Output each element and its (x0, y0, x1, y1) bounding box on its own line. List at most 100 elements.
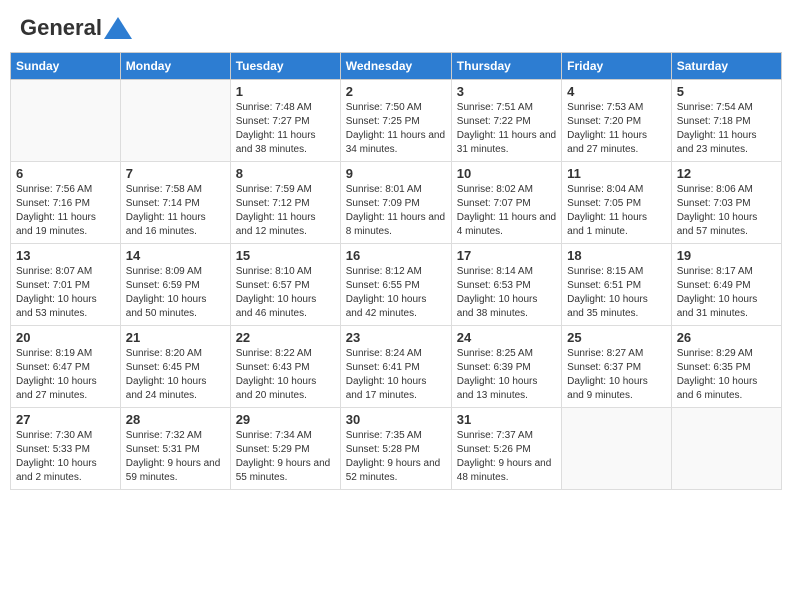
day-number: 16 (346, 248, 446, 263)
calendar-cell: 29 Sunrise: 7:34 AM Sunset: 5:29 PM Dayli… (230, 408, 340, 490)
day-number: 25 (567, 330, 666, 345)
day-number: 20 (16, 330, 115, 345)
calendar-week-row: 20 Sunrise: 8:19 AM Sunset: 6:47 PM Dayli… (11, 326, 782, 408)
calendar-cell: 8 Sunrise: 7:59 AM Sunset: 7:12 PM Daylig… (230, 162, 340, 244)
day-number: 19 (677, 248, 776, 263)
calendar-cell (11, 80, 121, 162)
day-number: 31 (457, 412, 556, 427)
day-number: 8 (236, 166, 335, 181)
calendar-cell (120, 80, 230, 162)
day-info: Sunrise: 7:37 AM Sunset: 5:26 PM Dayligh… (457, 429, 556, 485)
day-number: 23 (346, 330, 446, 345)
day-info: Sunrise: 8:19 AM Sunset: 6:47 PM Dayligh… (16, 347, 115, 403)
day-number: 6 (16, 166, 115, 181)
calendar-cell: 30 Sunrise: 7:35 AM Sunset: 5:28 PM Dayli… (340, 408, 451, 490)
day-info: Sunrise: 8:29 AM Sunset: 6:35 PM Dayligh… (677, 347, 776, 403)
calendar-cell: 12 Sunrise: 8:06 AM Sunset: 7:03 PM Dayli… (671, 162, 781, 244)
day-info: Sunrise: 8:04 AM Sunset: 7:05 PM Dayligh… (567, 183, 666, 239)
weekday-header-monday: Monday (120, 53, 230, 80)
day-number: 11 (567, 166, 666, 181)
calendar-cell (562, 408, 672, 490)
calendar-cell: 17Sunrise: 8:14 AM Sunset: 6:53 PM Dayli… (451, 244, 561, 326)
day-number: 13 (16, 248, 115, 263)
day-info: Sunrise: 7:30 AM Sunset: 5:33 PM Dayligh… (16, 429, 115, 485)
day-info: Sunrise: 7:58 AM Sunset: 7:14 PM Dayligh… (126, 183, 225, 239)
logo-icon (104, 17, 132, 39)
day-info: Sunrise: 7:51 AM Sunset: 7:22 PM Dayligh… (457, 101, 556, 157)
day-number: 10 (457, 166, 556, 181)
day-number: 24 (457, 330, 556, 345)
weekday-header-sunday: Sunday (11, 53, 121, 80)
day-info: Sunrise: 8:12 AM Sunset: 6:55 PM Dayligh… (346, 265, 446, 321)
calendar-cell: 7 Sunrise: 7:58 AM Sunset: 7:14 PM Daylig… (120, 162, 230, 244)
day-info: Sunrise: 8:09 AM Sunset: 6:59 PM Dayligh… (126, 265, 225, 321)
calendar-cell: 6 Sunrise: 7:56 AM Sunset: 7:16 PM Daylig… (11, 162, 121, 244)
weekday-header-friday: Friday (562, 53, 672, 80)
calendar-header-row: SundayMondayTuesdayWednesdayThursdayFrid… (11, 53, 782, 80)
day-number: 12 (677, 166, 776, 181)
day-number: 4 (567, 84, 666, 99)
calendar-cell: 13 Sunrise: 8:07 AM Sunset: 7:01 PM Dayli… (11, 244, 121, 326)
calendar-cell: 10Sunrise: 8:02 AM Sunset: 7:07 PM Dayli… (451, 162, 561, 244)
day-number: 15 (236, 248, 335, 263)
day-number: 26 (677, 330, 776, 345)
day-info: Sunrise: 8:01 AM Sunset: 7:09 PM Dayligh… (346, 183, 446, 239)
calendar-cell: 3 Sunrise: 7:51 AM Sunset: 7:22 PM Daylig… (451, 80, 561, 162)
calendar-cell: 28 Sunrise: 7:32 AM Sunset: 5:31 PM Dayli… (120, 408, 230, 490)
day-number: 18 (567, 248, 666, 263)
day-info: Sunrise: 7:59 AM Sunset: 7:12 PM Dayligh… (236, 183, 335, 239)
day-number: 30 (346, 412, 446, 427)
day-number: 14 (126, 248, 225, 263)
page-header: General (10, 10, 782, 42)
calendar-cell: 25Sunrise: 8:27 AM Sunset: 6:37 PM Dayli… (562, 326, 672, 408)
day-number: 29 (236, 412, 335, 427)
day-number: 22 (236, 330, 335, 345)
calendar-cell: 2 Sunrise: 7:50 AM Sunset: 7:25 PM Daylig… (340, 80, 451, 162)
day-info: Sunrise: 7:53 AM Sunset: 7:20 PM Dayligh… (567, 101, 666, 157)
day-info: Sunrise: 8:20 AM Sunset: 6:45 PM Dayligh… (126, 347, 225, 403)
day-info: Sunrise: 8:24 AM Sunset: 6:41 PM Dayligh… (346, 347, 446, 403)
calendar-week-row: 6 Sunrise: 7:56 AM Sunset: 7:16 PM Daylig… (11, 162, 782, 244)
day-number: 2 (346, 84, 446, 99)
day-number: 7 (126, 166, 225, 181)
calendar-cell: 18 Sunrise: 8:15 AM Sunset: 6:51 PM Dayli… (562, 244, 672, 326)
weekday-header-saturday: Saturday (671, 53, 781, 80)
day-info: Sunrise: 7:35 AM Sunset: 5:28 PM Dayligh… (346, 429, 446, 485)
day-number: 28 (126, 412, 225, 427)
calendar-week-row: 1Sunrise: 7:48 AM Sunset: 7:27 PM Daylig… (11, 80, 782, 162)
calendar-cell: 26 Sunrise: 8:29 AM Sunset: 6:35 PM Dayli… (671, 326, 781, 408)
day-info: Sunrise: 7:34 AM Sunset: 5:29 PM Dayligh… (236, 429, 335, 485)
calendar-cell: 14 Sunrise: 8:09 AM Sunset: 6:59 PM Dayli… (120, 244, 230, 326)
calendar-cell: 9Sunrise: 8:01 AM Sunset: 7:09 PM Daylig… (340, 162, 451, 244)
day-info: Sunrise: 7:54 AM Sunset: 7:18 PM Dayligh… (677, 101, 776, 157)
calendar-week-row: 27 Sunrise: 7:30 AM Sunset: 5:33 PM Dayli… (11, 408, 782, 490)
day-info: Sunrise: 8:17 AM Sunset: 6:49 PM Dayligh… (677, 265, 776, 321)
calendar-table: SundayMondayTuesdayWednesdayThursdayFrid… (10, 52, 782, 490)
weekday-header-wednesday: Wednesday (340, 53, 451, 80)
day-info: Sunrise: 8:06 AM Sunset: 7:03 PM Dayligh… (677, 183, 776, 239)
day-info: Sunrise: 7:32 AM Sunset: 5:31 PM Dayligh… (126, 429, 225, 485)
day-info: Sunrise: 8:07 AM Sunset: 7:01 PM Dayligh… (16, 265, 115, 321)
day-info: Sunrise: 8:25 AM Sunset: 6:39 PM Dayligh… (457, 347, 556, 403)
calendar-cell: 21Sunrise: 8:20 AM Sunset: 6:45 PM Dayli… (120, 326, 230, 408)
day-info: Sunrise: 8:14 AM Sunset: 6:53 PM Dayligh… (457, 265, 556, 321)
calendar-cell: 19 Sunrise: 8:17 AM Sunset: 6:49 PM Dayli… (671, 244, 781, 326)
day-info: Sunrise: 7:56 AM Sunset: 7:16 PM Dayligh… (16, 183, 115, 239)
day-info: Sunrise: 7:48 AM Sunset: 7:27 PM Dayligh… (236, 101, 335, 157)
calendar-cell: 22 Sunrise: 8:22 AM Sunset: 6:43 PM Dayli… (230, 326, 340, 408)
calendar-cell (671, 408, 781, 490)
day-number: 3 (457, 84, 556, 99)
day-info: Sunrise: 7:50 AM Sunset: 7:25 PM Dayligh… (346, 101, 446, 157)
calendar-cell: 5Sunrise: 7:54 AM Sunset: 7:18 PM Daylig… (671, 80, 781, 162)
calendar-cell: 24 Sunrise: 8:25 AM Sunset: 6:39 PM Dayli… (451, 326, 561, 408)
calendar-cell: 20 Sunrise: 8:19 AM Sunset: 6:47 PM Dayli… (11, 326, 121, 408)
day-info: Sunrise: 8:15 AM Sunset: 6:51 PM Dayligh… (567, 265, 666, 321)
calendar-cell: 27 Sunrise: 7:30 AM Sunset: 5:33 PM Dayli… (11, 408, 121, 490)
day-number: 27 (16, 412, 115, 427)
calendar-cell: 11 Sunrise: 8:04 AM Sunset: 7:05 PM Dayli… (562, 162, 672, 244)
calendar-cell: 31 Sunrise: 7:37 AM Sunset: 5:26 PM Dayli… (451, 408, 561, 490)
day-info: Sunrise: 8:22 AM Sunset: 6:43 PM Dayligh… (236, 347, 335, 403)
calendar-cell: 15Sunrise: 8:10 AM Sunset: 6:57 PM Dayli… (230, 244, 340, 326)
logo: General (20, 15, 132, 37)
weekday-header-thursday: Thursday (451, 53, 561, 80)
